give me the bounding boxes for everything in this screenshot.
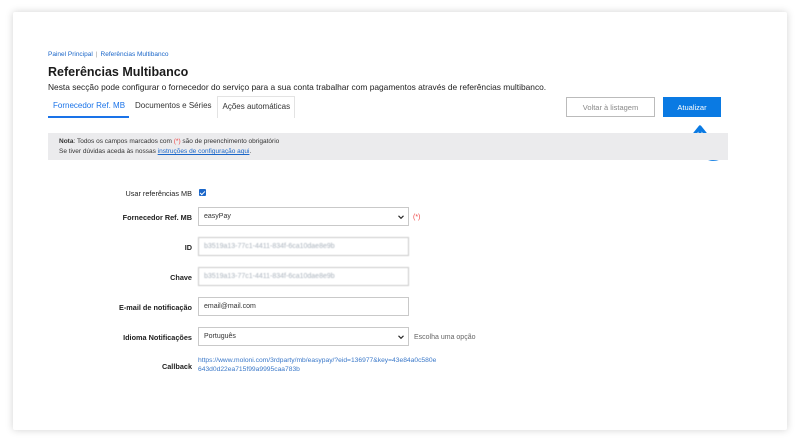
tab-acoes-automaticas[interactable]: Ações automáticas — [216, 96, 296, 118]
notice-text-1a: : Todos os campos marcados com — [73, 138, 174, 145]
back-to-list-button[interactable]: Voltar à listagem — [566, 97, 655, 117]
notice-text-1b: são de preenchimento obrigatório — [180, 138, 280, 145]
callback-label: Callback — [161, 361, 192, 371]
language-label: Idioma Notificações — [123, 332, 192, 342]
id-input[interactable]: b3519a13-77c1-4411-834f-6ca10dae8e9b — [198, 237, 409, 256]
provider-select[interactable]: easyPay — [198, 207, 409, 226]
row-key: Chave b3519a13-77c1-4411-834f-6ca10dae8e… — [48, 267, 748, 287]
chevron-down-icon — [398, 335, 404, 340]
breadcrumb: Painel Principal | Referências Multibanco — [48, 51, 168, 58]
notice-required-mark: (*) — [173, 138, 181, 145]
update-button[interactable]: Atualizar — [663, 97, 721, 117]
provider-value: easyPay — [204, 213, 231, 220]
email-input[interactable]: email@mail.com — [198, 297, 409, 316]
notice-text-2a: Se tiver dúvidas aceda às nossas — [59, 148, 158, 155]
tab-documentos-series[interactable]: Documentos e Séries — [130, 96, 215, 118]
tab-bar: Fornecedor Ref. MB Documentos e Séries A… — [48, 96, 296, 118]
row-id: ID b3519a13-77c1-4411-834f-6ca10dae8e9b — [48, 237, 748, 257]
chevron-down-icon — [398, 215, 404, 220]
email-label: E-mail de notificação — [119, 302, 192, 312]
key-label: Chave — [170, 272, 192, 282]
key-input[interactable]: b3519a13-77c1-4411-834f-6ca10dae8e9b — [198, 267, 409, 286]
notice-box: Nota: Todos os campos marcados com (*) s… — [48, 133, 728, 160]
use-mb-checkbox[interactable] — [199, 189, 206, 196]
callback-url[interactable]: https://www.moloni.com/3rdparty/mb/easyp… — [198, 356, 438, 374]
breadcrumb-home-link[interactable]: Painel Principal — [48, 51, 93, 58]
row-email: E-mail de notificação email@mail.com — [48, 297, 748, 317]
notice-line-1: Nota: Todos os campos marcados com (*) s… — [59, 137, 728, 147]
use-mb-label: Usar referências MB — [125, 188, 192, 198]
provider-required-mark: (*) — [413, 213, 421, 221]
breadcrumb-current[interactable]: Referências Multibanco — [101, 51, 169, 58]
id-label: ID — [184, 242, 192, 252]
notice-line-2: Se tiver dúvidas aceda às nossas instruç… — [59, 147, 728, 157]
page-description: Nesta secção pode configurar o fornecedo… — [48, 82, 547, 92]
row-language: Idioma Notificações Português Escolha um… — [48, 327, 748, 347]
breadcrumb-separator: | — [95, 51, 98, 58]
language-hint: Escolha uma opção — [414, 333, 476, 341]
row-callback: Callback https://www.moloni.com/3rdparty… — [48, 356, 748, 376]
page-title: Referências Multibanco — [48, 65, 189, 79]
notice-bold: Nota — [59, 138, 74, 145]
notice-text-2b: . — [249, 148, 252, 155]
language-select[interactable]: Português — [198, 327, 409, 346]
provider-label: Fornecedor Ref. MB — [122, 212, 192, 222]
language-value: Português — [204, 333, 236, 340]
instructions-link[interactable]: instruções de configuração aqui — [158, 148, 250, 155]
tab-fornecedor[interactable]: Fornecedor Ref. MB — [48, 96, 130, 118]
row-provider: Fornecedor Ref. MB easyPay (*) — [48, 207, 748, 227]
row-use-mb: Usar referências MB — [48, 183, 748, 203]
